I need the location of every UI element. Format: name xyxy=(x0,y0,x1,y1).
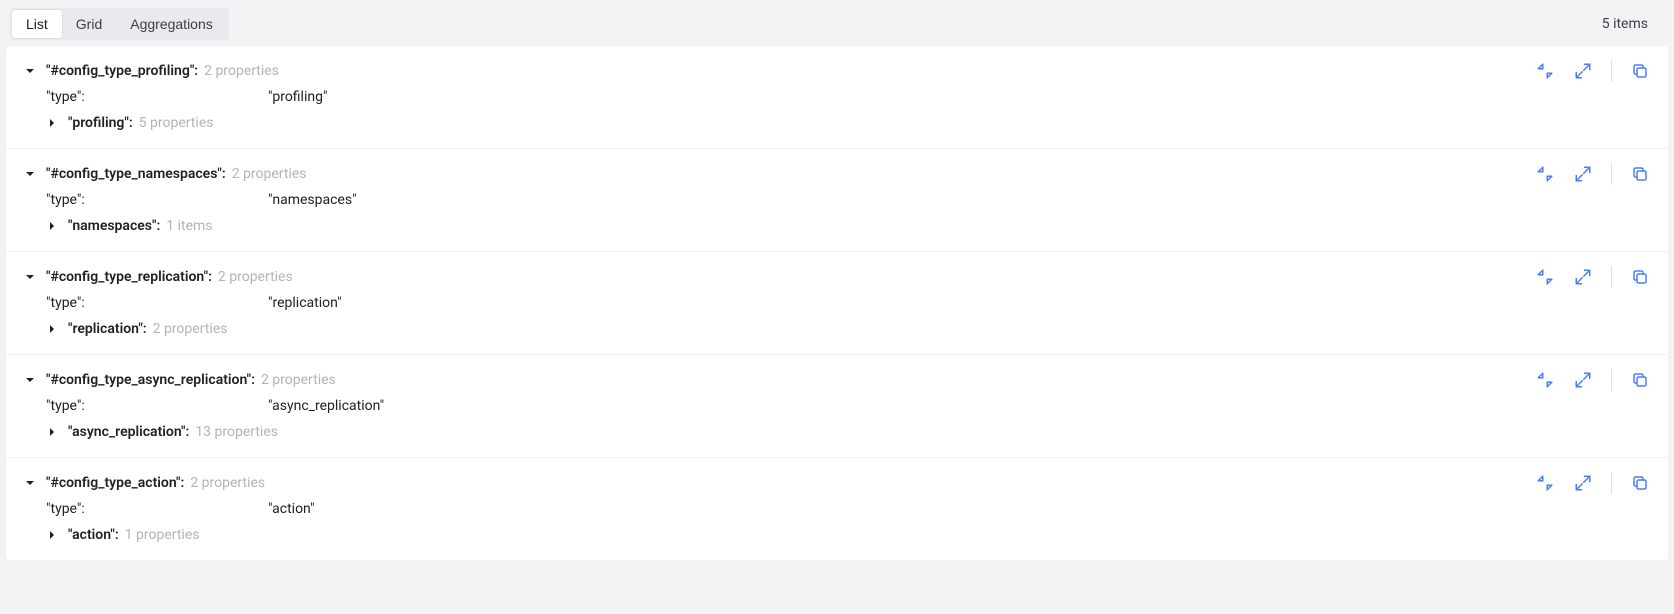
caret-down-icon[interactable] xyxy=(24,65,36,77)
copy-icon[interactable] xyxy=(1630,164,1650,184)
toolbar: List Grid Aggregations 5 items xyxy=(0,0,1674,46)
child-key: "replication": xyxy=(68,321,147,337)
list-item: "#config_type_action": 2 properties "typ… xyxy=(6,458,1668,560)
child-key: "namespaces": xyxy=(68,218,160,234)
caret-down-icon[interactable] xyxy=(24,477,36,489)
item-actions xyxy=(1535,58,1650,82)
divider xyxy=(1611,266,1612,288)
expand-icon[interactable] xyxy=(1573,61,1593,81)
list-item: "#config_type_profiling": 2 properties "… xyxy=(6,46,1668,149)
child-meta: 2 properties xyxy=(153,321,228,337)
child-meta: 13 properties xyxy=(195,424,278,440)
caret-right-icon[interactable] xyxy=(46,426,58,438)
type-key: "type": xyxy=(46,89,85,105)
item-count: 5 items xyxy=(1602,16,1664,32)
collapse-icon[interactable] xyxy=(1535,267,1555,287)
item-meta: 2 properties xyxy=(218,269,293,285)
collapse-icon[interactable] xyxy=(1535,164,1555,184)
item-key: "#config_type_profiling": xyxy=(46,63,198,79)
copy-icon[interactable] xyxy=(1630,370,1650,390)
item-meta: 2 properties xyxy=(232,166,307,182)
expand-icon[interactable] xyxy=(1573,267,1593,287)
child-meta: 1 items xyxy=(166,218,212,234)
type-value: "action" xyxy=(268,501,315,517)
child-meta: 5 properties xyxy=(139,115,214,131)
expand-icon[interactable] xyxy=(1573,473,1593,493)
child-key: "profiling": xyxy=(68,115,133,131)
list-item: "#config_type_namespaces": 2 properties … xyxy=(6,149,1668,252)
caret-right-icon[interactable] xyxy=(46,529,58,541)
copy-icon[interactable] xyxy=(1630,61,1650,81)
caret-right-icon[interactable] xyxy=(46,323,58,335)
view-tabs: List Grid Aggregations xyxy=(10,8,229,40)
copy-icon[interactable] xyxy=(1630,473,1650,493)
type-key: "type": xyxy=(46,398,85,414)
list-item: "#config_type_replication": 2 properties… xyxy=(6,252,1668,355)
child-key: "action": xyxy=(68,527,119,543)
item-key: "#config_type_async_replication": xyxy=(46,372,255,388)
item-key: "#config_type_action": xyxy=(46,475,184,491)
caret-down-icon[interactable] xyxy=(24,168,36,180)
item-meta: 2 properties xyxy=(204,63,279,79)
item-actions xyxy=(1535,367,1650,391)
type-key: "type": xyxy=(46,501,85,517)
caret-down-icon[interactable] xyxy=(24,374,36,386)
divider xyxy=(1611,369,1612,391)
child-meta: 1 properties xyxy=(125,527,200,543)
list-item: "#config_type_async_replication": 2 prop… xyxy=(6,355,1668,458)
item-key: "#config_type_replication": xyxy=(46,269,212,285)
collapse-icon[interactable] xyxy=(1535,61,1555,81)
type-value: "namespaces" xyxy=(268,192,357,208)
divider xyxy=(1611,472,1612,494)
tab-list[interactable]: List xyxy=(12,10,62,38)
type-key: "type": xyxy=(46,295,85,311)
item-actions xyxy=(1535,470,1650,494)
item-actions xyxy=(1535,161,1650,185)
caret-right-icon[interactable] xyxy=(46,117,58,129)
child-key: "async_replication": xyxy=(68,424,189,440)
collapse-icon[interactable] xyxy=(1535,370,1555,390)
collapse-icon[interactable] xyxy=(1535,473,1555,493)
item-actions xyxy=(1535,264,1650,288)
tab-aggregations[interactable]: Aggregations xyxy=(116,10,227,38)
type-key: "type": xyxy=(46,192,85,208)
tab-grid[interactable]: Grid xyxy=(62,10,116,38)
divider xyxy=(1611,60,1612,82)
expand-icon[interactable] xyxy=(1573,164,1593,184)
type-value: "async_replication" xyxy=(268,398,384,414)
type-value: "replication" xyxy=(268,295,342,311)
divider xyxy=(1611,163,1612,185)
item-meta: 2 properties xyxy=(261,372,336,388)
copy-icon[interactable] xyxy=(1630,267,1650,287)
item-list: "#config_type_profiling": 2 properties "… xyxy=(6,46,1668,560)
item-key: "#config_type_namespaces": xyxy=(46,166,226,182)
type-value: "profiling" xyxy=(268,89,327,105)
expand-icon[interactable] xyxy=(1573,370,1593,390)
caret-down-icon[interactable] xyxy=(24,271,36,283)
item-meta: 2 properties xyxy=(190,475,265,491)
caret-right-icon[interactable] xyxy=(46,220,58,232)
